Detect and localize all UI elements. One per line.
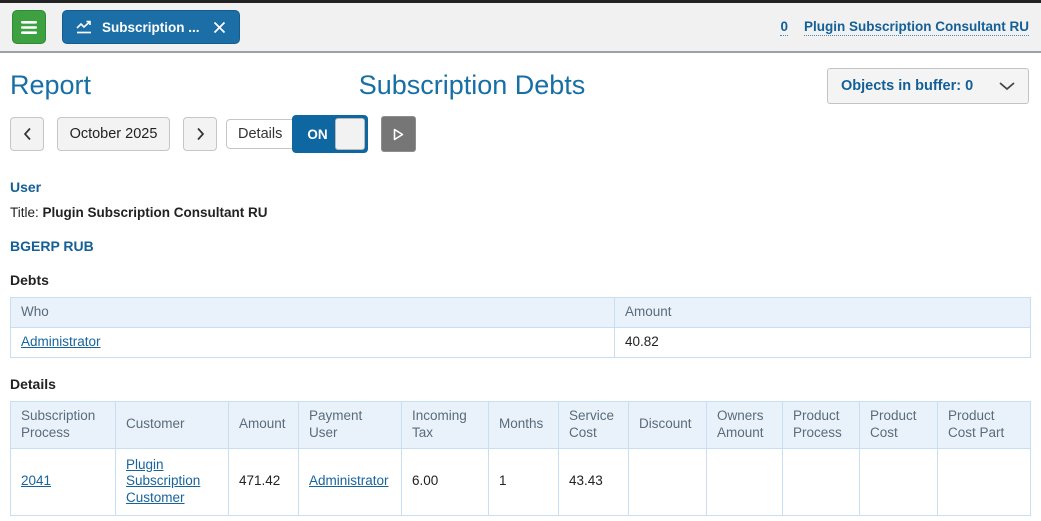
topbar-right: 0 Plugin Subscription Consultant RU: [780, 19, 1029, 36]
debts-heading: Debts: [10, 272, 49, 288]
debts-cell-amount: 40.82: [614, 326, 1031, 358]
debts-col-who: Who: [10, 297, 615, 328]
close-icon[interactable]: [213, 21, 226, 34]
customer-link[interactable]: Plugin Subscription Customer: [126, 457, 200, 506]
details-col-customer: Customer: [115, 400, 229, 449]
tab-label: Subscription ...: [102, 19, 200, 35]
cell-owners-amount: [706, 447, 783, 517]
details-col-subscription-process: Subscription Process: [10, 400, 116, 449]
toggle-knob[interactable]: [335, 118, 366, 150]
cell-product-cost-part: [937, 447, 1031, 517]
cell-months: 1: [488, 447, 559, 517]
user-title-value: Plugin Subscription Consultant RU: [42, 205, 268, 220]
debtor-link[interactable]: Administrator: [21, 334, 101, 349]
debts-cell-who: Administrator: [10, 326, 615, 358]
chevron-left-icon: [23, 127, 32, 141]
details-heading: Details: [10, 375, 56, 392]
cell-product-cost: [859, 447, 938, 517]
cell-incoming-tax: 6.00: [401, 447, 489, 517]
details-col-product-process: Product Process: [782, 400, 860, 449]
debts-table: Who Amount Administrator 40.82: [10, 297, 1031, 358]
report-title: Subscription Debts: [358, 70, 586, 100]
debts-header-row: Who Amount: [10, 297, 1031, 328]
next-month-button[interactable]: [183, 117, 217, 151]
details-table-row: 2041 Plugin Subscription Customer 471.42…: [10, 447, 1031, 517]
top-bar: Subscription ... 0 Plugin Subscription C…: [0, 0, 1041, 53]
menu-button[interactable]: [12, 10, 46, 44]
user-title-line: Title: Plugin Subscription Consultant RU: [10, 205, 1031, 220]
details-col-product-cost: Product Cost: [859, 400, 938, 449]
chevron-right-icon: [196, 127, 205, 141]
user-section-heading: User: [10, 179, 42, 195]
cell-product-process: [782, 447, 860, 517]
page-title: Report: [10, 70, 92, 100]
cell-service-cost: 43.43: [558, 447, 629, 517]
details-toggle-switch[interactable]: ON: [292, 115, 369, 153]
month-selector-button[interactable]: October 2025: [57, 117, 170, 151]
buffer-button-label: Objects in buffer: 0: [841, 78, 974, 94]
cell-discount: [628, 447, 707, 517]
run-report-button[interactable]: [381, 116, 417, 152]
subscription-process-link[interactable]: 2041: [21, 473, 51, 488]
cell-subscription-process: 2041: [10, 447, 116, 517]
main-content: Report Subscription Debts Objects in buf…: [0, 66, 1041, 517]
chart-line-icon: [76, 20, 93, 35]
objects-in-buffer-dropdown[interactable]: Objects in buffer: 0: [827, 68, 1029, 104]
details-col-product-cost-part: Product Cost Part: [937, 400, 1031, 449]
buffer-count-link[interactable]: 0: [780, 19, 788, 36]
prev-month-button[interactable]: [10, 117, 44, 151]
details-col-owners-amount: Owners Amount: [706, 400, 783, 449]
report-toolbar: October 2025 Details ON: [10, 115, 1031, 153]
details-table: Subscription Process Customer Amount Pay…: [10, 400, 1031, 517]
details-col-months: Months: [488, 400, 559, 449]
details-col-service-cost: Service Cost: [558, 400, 629, 449]
details-col-incoming-tax: Incoming Tax: [401, 400, 489, 449]
details-toggle-label: Details: [226, 119, 294, 149]
cell-amount: 471.42: [228, 447, 299, 517]
cell-customer: Plugin Subscription Customer: [115, 447, 229, 517]
payment-user-link[interactable]: Administrator: [309, 473, 389, 488]
cell-payment-user: Administrator: [298, 447, 402, 517]
details-col-payment-user: Payment User: [298, 400, 402, 449]
details-col-discount: Discount: [628, 400, 707, 449]
account-heading: BGERP RUB: [10, 238, 94, 254]
tab-subscription-report[interactable]: Subscription ...: [62, 10, 240, 44]
user-title-label: Title:: [10, 205, 39, 220]
page-header: Report Subscription Debts Objects in buf…: [10, 66, 1031, 106]
details-col-amount: Amount: [228, 400, 299, 449]
toggle-on-label: ON: [307, 126, 328, 142]
details-header-row: Subscription Process Customer Amount Pay…: [10, 400, 1031, 449]
hamburger-icon: [20, 20, 38, 35]
details-toggle-control: Details ON: [226, 115, 369, 153]
chevron-down-icon: [999, 81, 1015, 91]
current-user-link[interactable]: Plugin Subscription Consultant RU: [804, 19, 1029, 36]
debts-col-amount: Amount: [614, 297, 1031, 328]
debts-table-row: Administrator 40.82: [10, 326, 1031, 358]
play-icon: [392, 127, 405, 142]
